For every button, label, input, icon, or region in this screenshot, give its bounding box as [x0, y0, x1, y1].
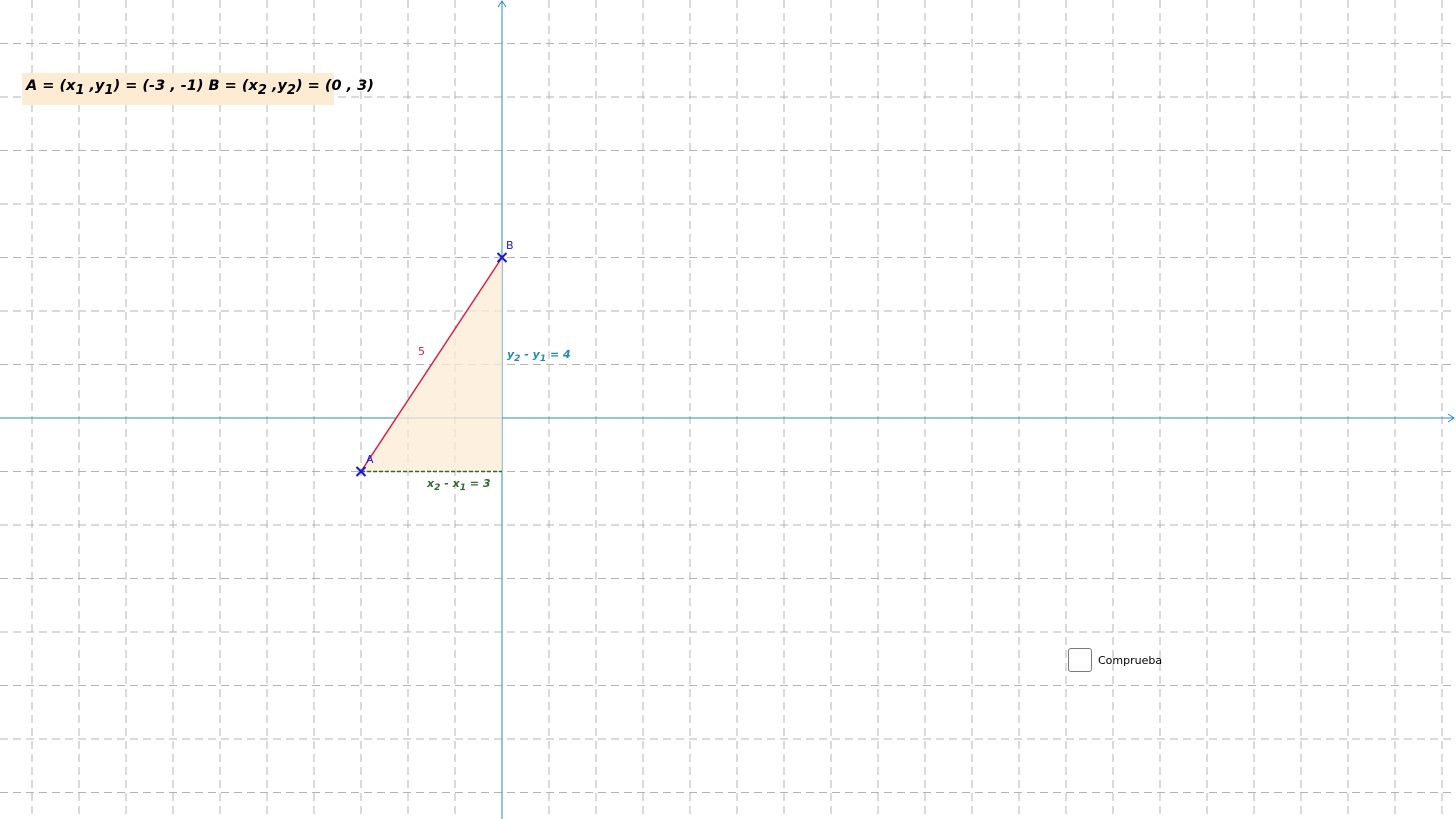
- dx-label: x2 - x1 = 3: [427, 477, 491, 493]
- coord-text: ,y: [84, 78, 105, 94]
- coord-sub: 1: [104, 83, 114, 98]
- dy-label: y2 - y1 = 4: [507, 348, 571, 364]
- coord-a-prefix: A = (x: [26, 78, 76, 94]
- coord-text: ) = (0 , 3): [295, 78, 374, 94]
- dy-text: - y: [520, 348, 540, 361]
- dx-text: - x: [440, 477, 460, 490]
- coord-text: ,y: [266, 78, 287, 94]
- point-a-label: A: [366, 453, 374, 466]
- coord-sub: 2: [286, 83, 296, 98]
- segment-length-label: 5: [418, 345, 425, 358]
- coordinate-plane[interactable]: [0, 0, 1456, 819]
- checkbox-label: Comprueba: [1098, 653, 1163, 667]
- coordinates-text-box: A = (x1 ,y1) = (-3 , -1) B = (x2 ,y2) = …: [22, 73, 374, 105]
- point-b-label: B: [506, 239, 514, 252]
- comprueba-checkbox[interactable]: Comprueba: [1068, 648, 1162, 672]
- dy-text: = 4: [546, 348, 571, 361]
- coord-text: ) = (-3 , -1) B = (x: [113, 78, 258, 94]
- coord-sub: 2: [257, 83, 267, 98]
- coord-sub: 1: [75, 83, 85, 98]
- dx-text: = 3: [465, 477, 491, 490]
- checkbox-box[interactable]: [1068, 648, 1092, 672]
- grid-lines: [0, 0, 1456, 819]
- axes: [0, 0, 1455, 819]
